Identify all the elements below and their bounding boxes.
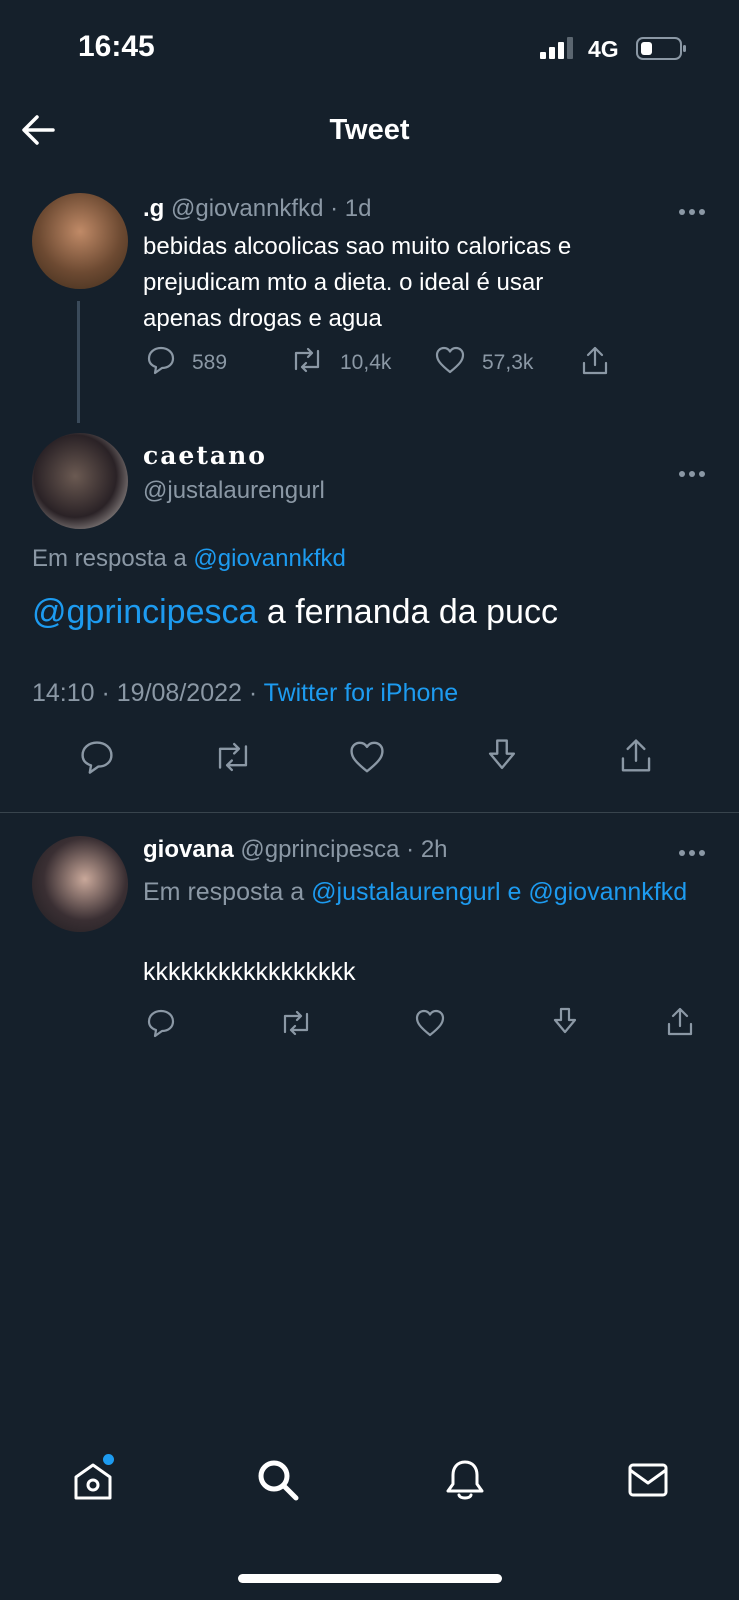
more-options-icon[interactable] bbox=[678, 844, 706, 856]
tweet-timestamp: 14:10 · 19/08/2022 · Twitter for iPhone bbox=[32, 679, 458, 708]
more-options-icon[interactable] bbox=[678, 465, 706, 477]
tweet-time: · 1d bbox=[330, 195, 372, 222]
handle[interactable]: @gprincipesca bbox=[240, 836, 399, 863]
bell-icon[interactable] bbox=[444, 1458, 486, 1507]
page-title: Tweet bbox=[329, 114, 410, 146]
reply-to-link[interactable]: @giovannkfkd bbox=[528, 878, 687, 906]
timestamp-text: 14:10 · 19/08/2022 · bbox=[32, 679, 264, 707]
source-link[interactable]: Twitter for iPhone bbox=[264, 679, 459, 707]
share-icon[interactable] bbox=[665, 1006, 695, 1043]
share-icon[interactable] bbox=[618, 737, 654, 780]
tweet-text: kkkkkkkkkkkkkkkkk bbox=[143, 958, 356, 986]
reply-prefix: Em resposta a bbox=[32, 545, 187, 572]
heart-icon[interactable] bbox=[414, 1008, 446, 1043]
status-bar: 16:45 4G bbox=[0, 0, 739, 90]
tweet-meta: giovana @gprincipesca · 2h bbox=[143, 836, 448, 864]
share-icon[interactable] bbox=[580, 345, 610, 382]
reply-icon[interactable] bbox=[79, 739, 115, 780]
reply-action[interactable]: 589 bbox=[146, 345, 227, 381]
tweet-meta: .g @giovannkfkd · 1d bbox=[143, 195, 371, 223]
like-action[interactable]: 57,3k bbox=[434, 345, 533, 381]
search-icon[interactable] bbox=[256, 1458, 300, 1507]
home-indicator bbox=[238, 1574, 502, 1583]
network-label: 4G bbox=[588, 36, 619, 62]
retweet-icon[interactable] bbox=[279, 1008, 313, 1043]
download-icon[interactable] bbox=[550, 1006, 580, 1043]
reply-context: Em resposta a @giovannkfkd bbox=[32, 545, 346, 573]
retweet-icon[interactable] bbox=[213, 739, 253, 780]
focus-tweet: caetano @justalaurengurl Em resposta a @… bbox=[0, 425, 739, 810]
avatar[interactable] bbox=[32, 433, 128, 529]
avatar[interactable] bbox=[32, 193, 128, 289]
tweet-text: @gprincipesca a fernanda da pucc bbox=[32, 593, 558, 632]
battery-icon bbox=[636, 36, 688, 67]
parent-tweet[interactable]: .g @giovannkfkd · 1d bebidas alcoolicas … bbox=[0, 185, 739, 425]
reply-count: 589 bbox=[192, 351, 228, 374]
divider bbox=[0, 812, 739, 813]
reply-to-link[interactable]: @giovannkfkd bbox=[193, 545, 345, 572]
reply-context: Em resposta a @justalaurengurl e @giovan… bbox=[143, 872, 703, 912]
display-name[interactable]: giovana bbox=[143, 836, 234, 863]
tweet-time: · 2h bbox=[406, 836, 448, 863]
retweet-count: 10,4k bbox=[340, 351, 392, 374]
heart-icon bbox=[434, 345, 466, 381]
reply-tweet[interactable]: giovana @gprincipesca · 2h Em resposta a… bbox=[0, 820, 739, 1050]
reply-to-link[interactable]: @justalaurengurl bbox=[311, 878, 500, 906]
tweet-body: a fernanda da pucc bbox=[257, 593, 558, 631]
home-icon[interactable] bbox=[72, 1460, 114, 1507]
reply-prefix: Em resposta a bbox=[143, 878, 305, 906]
handle[interactable]: @justalaurengurl bbox=[143, 477, 325, 505]
signal-icon bbox=[538, 36, 578, 65]
thread-line bbox=[77, 301, 80, 423]
reply-icon bbox=[146, 345, 176, 381]
like-count: 57,3k bbox=[482, 351, 534, 374]
mail-icon[interactable] bbox=[627, 1462, 669, 1503]
reply-icon[interactable] bbox=[146, 1008, 176, 1043]
display-name[interactable]: .g bbox=[143, 195, 164, 222]
reply-and: e bbox=[507, 878, 522, 906]
notification-badge bbox=[103, 1454, 114, 1465]
tweet-text: bebidas alcoolicas sao muito caloricas e… bbox=[143, 233, 572, 332]
bottom-nav bbox=[0, 1440, 739, 1540]
display-name[interactable]: caetano bbox=[143, 441, 267, 470]
mention-link[interactable]: @gprincipesca bbox=[32, 593, 257, 631]
more-options-icon[interactable] bbox=[678, 203, 706, 215]
status-time: 16:45 bbox=[78, 30, 155, 63]
download-icon[interactable] bbox=[484, 737, 520, 780]
retweet-action[interactable]: 10,4k bbox=[290, 345, 391, 381]
retweet-icon bbox=[290, 345, 324, 381]
avatar[interactable] bbox=[32, 836, 128, 932]
handle[interactable]: @giovannkfkd bbox=[171, 195, 323, 222]
heart-icon[interactable] bbox=[348, 739, 386, 780]
header: Tweet bbox=[0, 100, 739, 160]
